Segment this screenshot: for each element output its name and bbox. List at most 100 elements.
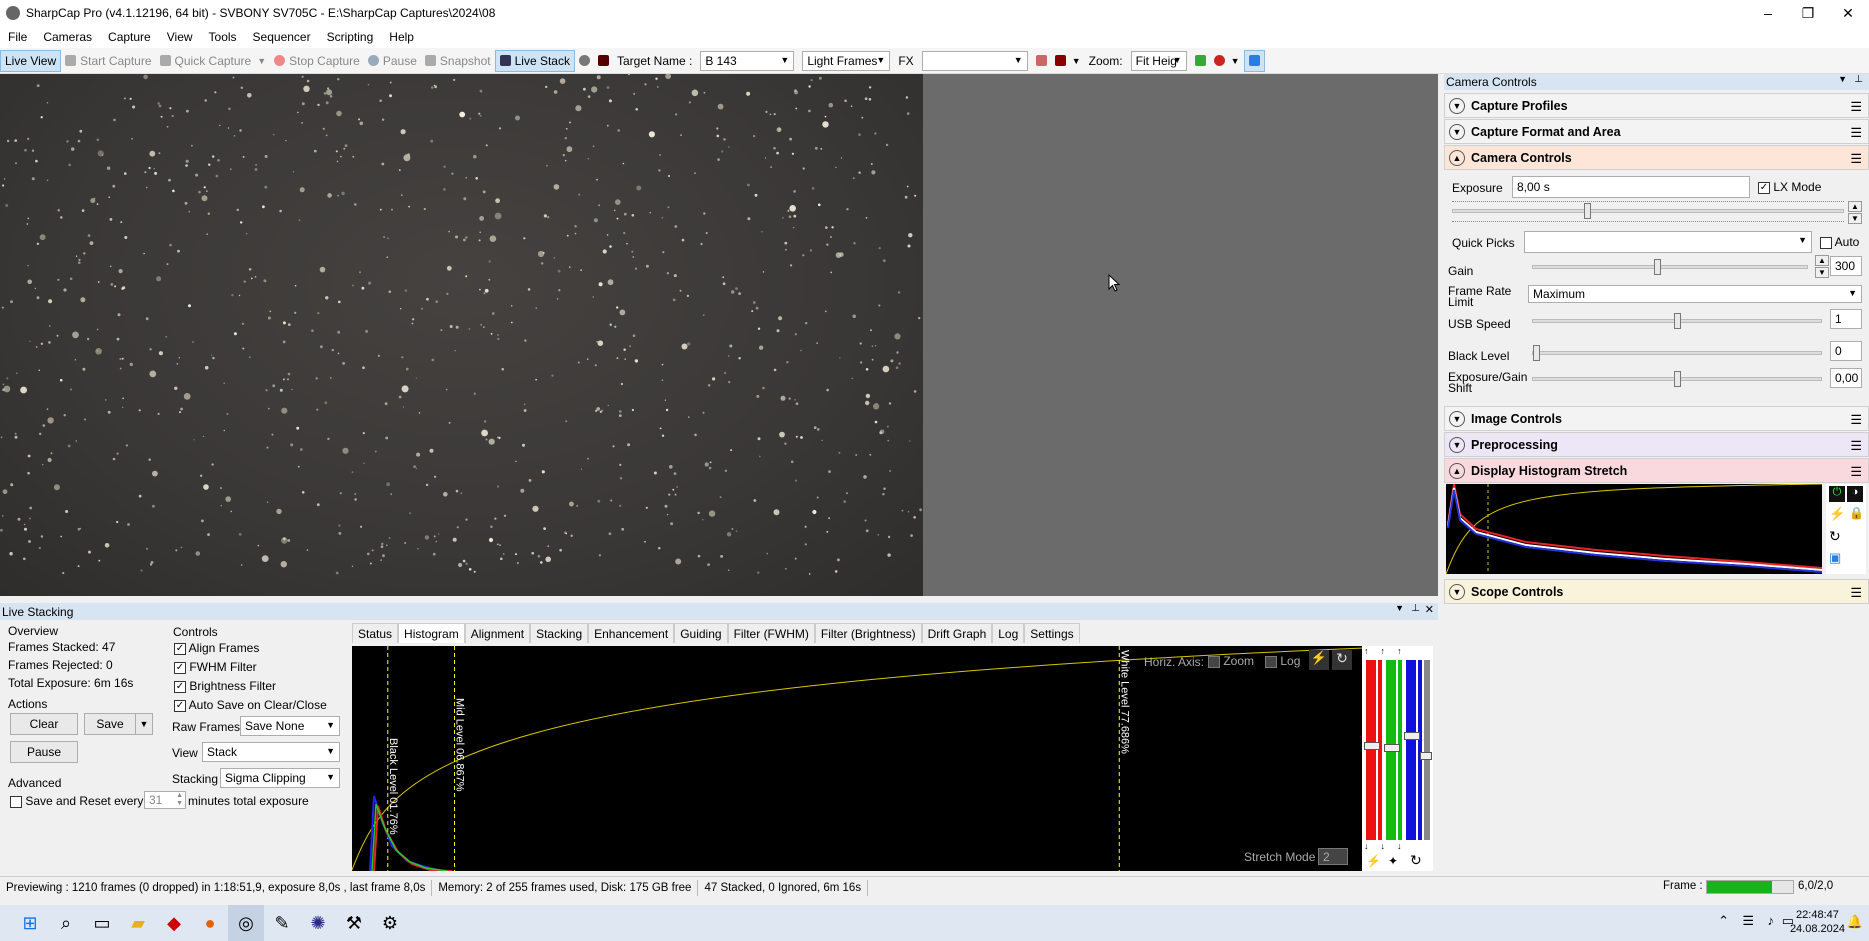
menu-help[interactable]: Help [381,30,422,44]
section-image-controls[interactable]: ▼ Image Controls ☰ [1444,406,1869,431]
slider-thumb[interactable] [1653,259,1661,275]
search-icon[interactable]: ⌕ [48,905,84,941]
black-level-input[interactable]: 0 [1830,341,1862,361]
section-capture-profiles[interactable]: ▼ Capture Profiles ☰ [1444,93,1869,118]
clock[interactable]: 22:48:47 24.08.2024 [1790,908,1845,936]
slider-thumb[interactable] [1364,742,1380,750]
menu-icon[interactable]: ☰ [1850,151,1862,167]
clear-button[interactable]: Clear [10,713,78,735]
tab-drift-graph[interactable]: Drift Graph [921,623,993,643]
section-preprocessing[interactable]: ▼ Preprocessing ☰ [1444,432,1869,457]
pause-button[interactable]: Pause [364,50,421,72]
menu-icon[interactable]: ☰ [1850,412,1862,428]
image-viewer[interactable] [0,74,1438,596]
chevron-down-icon[interactable]: ▼ [1395,603,1404,613]
pin-icon[interactable]: ⊥ [1854,74,1863,85]
tab-filter-brightness[interactable]: Filter (Brightness) [814,623,922,643]
brightness-filter-checkbox[interactable]: ✓ Brightness Filter [174,679,276,693]
tab-stacking[interactable]: Stacking [530,623,589,643]
auto-checkbox[interactable]: Auto [1820,235,1859,249]
tab-status[interactable]: Status [352,623,399,643]
menu-icon[interactable]: ☰ [1850,125,1862,141]
black-level-slider[interactable] [1532,345,1822,361]
luminance-channel-slider[interactable] [1424,660,1430,840]
live-stack-button[interactable]: Live Stack [494,49,575,72]
section-camera-controls[interactable]: ▲ Camera Controls ☰ [1444,145,1869,170]
lightning-icon[interactable]: ⚡ [1309,650,1329,670]
tab-enhancement[interactable]: Enhancement [588,623,675,643]
section-scope-controls[interactable]: ▼ Scope Controls ☰ [1444,579,1869,604]
tab-histogram[interactable]: Histogram [398,623,465,643]
close-icon[interactable]: ✕ [1425,603,1434,616]
app-icon[interactable]: ◆ [156,905,192,941]
fwhm-filter-checkbox[interactable]: ✓ FWHM Filter [174,660,257,674]
stretch-mode-input[interactable]: 2 [1318,848,1348,865]
view-combo[interactable]: Stack ▼ [202,742,340,762]
pause-stack-button[interactable]: Pause [10,741,78,763]
menu-icon[interactable]: ☰ [1850,464,1862,480]
menu-icon[interactable]: ☰ [1850,585,1862,601]
power-icon[interactable]: ⏻ [1829,486,1845,502]
menu-icon[interactable]: ☰ [1850,438,1862,454]
spin-down-icon[interactable]: ▼ [1848,213,1862,224]
save-button[interactable]: Save [84,713,136,735]
save-dropdown-button[interactable]: ▼ [135,713,153,735]
slider-thumb[interactable] [1583,203,1591,219]
exposure-input[interactable]: 8,00 s [1512,176,1750,198]
close-button[interactable]: ✕ [1825,0,1869,26]
menu-tools[interactable]: Tools [201,30,245,44]
stacking-combo[interactable]: Sigma Clipping ▼ [220,768,340,788]
slider-thumb[interactable] [1404,732,1420,740]
chevron-up-icon[interactable]: ⌃ [1718,913,1729,929]
lx-mode-checkbox[interactable]: ✓ LX Mode [1758,180,1821,194]
exposure-slider[interactable] [1452,203,1844,219]
frame-rate-combo[interactable]: Maximum ▼ [1528,285,1862,303]
zoom-combo[interactable]: Fit Heig ▼ [1130,50,1187,71]
slider-thumb[interactable] [1674,313,1681,329]
usb-speed-input[interactable]: 1 [1830,309,1862,329]
slider-thumb[interactable] [1533,345,1540,361]
overlay-button[interactable]: ▼ [1051,50,1085,72]
volume-icon[interactable]: ♪ [1768,913,1775,928]
record-button[interactable] [1032,50,1051,72]
save-icon[interactable]: ▣ [1829,550,1841,566]
pen-tool-icon[interactable]: ✎ [264,905,300,941]
live-view-button[interactable]: Live View [0,49,62,72]
section-capture-format[interactable]: ▼ Capture Format and Area ☰ [1444,119,1869,144]
star-icon[interactable]: ✦ [1388,854,1398,868]
save-reset-checkbox[interactable]: Save and Reset every [10,794,143,808]
log-checkbox[interactable]: Log [1265,654,1300,668]
tool-icon[interactable]: ⚙ [372,905,408,941]
magnifier-button[interactable]: ▼ [1210,50,1244,72]
tab-guiding[interactable]: Guiding [674,623,728,643]
menu-view[interactable]: View [159,30,201,44]
target-name-combo[interactable]: B 143 ▼ [700,50,795,71]
wifi-icon[interactable]: ☰ [1742,913,1754,929]
quick-capture-button[interactable]: Quick Capture ▼ [156,50,271,72]
reset-icon[interactable]: ↻ [1829,528,1841,545]
reset-icon[interactable]: ↻ [1410,852,1422,869]
contrast-icon[interactable]: ◑ [1847,486,1863,502]
telescope-icon[interactable]: ⚒ [336,905,372,941]
zoom-checkbox[interactable]: Zoom [1208,654,1254,668]
lightning-icon[interactable]: ⚡ [1829,506,1845,522]
firefox-icon[interactable]: ● [192,905,228,941]
sharpcap-icon[interactable]: ◎ [228,905,264,941]
blue-channel-slider[interactable] [1406,660,1416,840]
slider-thumb[interactable] [1420,752,1432,760]
arrow-down-icons[interactable]: ↓↓↓ [1364,841,1414,851]
stack-histogram[interactable]: Black Level 01.76% Mid Level 06.867% Whi… [352,646,1433,871]
lock-icon[interactable]: 🔒 [1849,506,1864,520]
raw-frames-combo[interactable]: Save None ▼ [240,716,340,736]
arrow-up-icons[interactable]: ↑↑↑ [1364,646,1414,656]
spin-down-icon[interactable]: ▼ [1815,267,1829,278]
reticle-button[interactable] [594,50,613,72]
snapshot-button[interactable]: Snapshot [421,50,495,72]
exposure-gain-shift-input[interactable]: 0,00 [1830,368,1862,388]
menu-icon[interactable]: ☰ [1850,99,1862,115]
target-circle-button[interactable] [575,50,594,72]
quick-picks-combo[interactable]: ▼ [1524,231,1812,253]
tab-filter-fwhm[interactable]: Filter (FWHM) [727,623,815,643]
chevron-down-icon[interactable]: ▼ [1838,74,1847,84]
menu-scripting[interactable]: Scripting [319,30,382,44]
